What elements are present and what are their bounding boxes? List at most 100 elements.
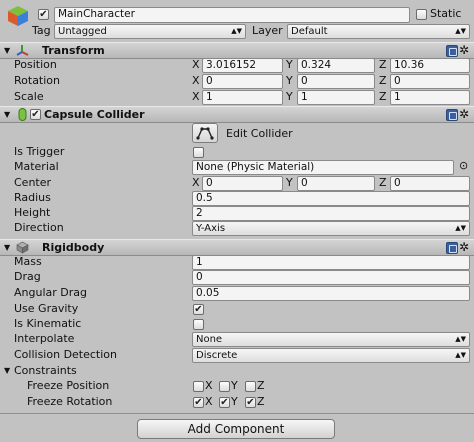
rotation-label: Rotation bbox=[14, 74, 61, 87]
help-book-icon[interactable] bbox=[446, 45, 458, 57]
direction-value: Y-Axis bbox=[196, 223, 226, 234]
scale-y-field[interactable]: 1 bbox=[297, 90, 375, 105]
transform-header[interactable]: ▼ Transform ✲ bbox=[0, 42, 474, 59]
angular-drag-field[interactable]: 0.05 bbox=[192, 286, 470, 301]
scale-z-field[interactable]: 1 bbox=[390, 90, 470, 105]
collider-enabled-check: ✔ bbox=[31, 109, 40, 120]
rotation-z-axis: Z bbox=[379, 74, 387, 87]
freeze-rotation-x-check: ✔ bbox=[194, 397, 203, 408]
is-trigger-checkbox[interactable] bbox=[193, 147, 204, 158]
radius-field[interactable]: 0.5 bbox=[192, 191, 470, 206]
layer-label: Layer bbox=[252, 24, 283, 37]
active-checkbox[interactable]: ✔ bbox=[38, 9, 49, 20]
direction-label: Direction bbox=[14, 221, 64, 234]
height-label: Height bbox=[14, 206, 51, 219]
position-y-axis: Y bbox=[286, 58, 293, 71]
drag-field[interactable]: 0 bbox=[192, 270, 470, 285]
scale-z-axis: Z bbox=[379, 90, 387, 103]
chevron-down-icon: ▲▼ bbox=[455, 27, 466, 35]
scale-x-field[interactable]: 1 bbox=[202, 90, 283, 105]
gear-icon[interactable]: ✲ bbox=[459, 108, 469, 121]
scale-x-axis: X bbox=[192, 90, 200, 103]
constraints-fold-icon[interactable]: ▼ bbox=[4, 366, 10, 375]
edit-collider-icon bbox=[196, 127, 214, 140]
help-book-icon[interactable] bbox=[446, 109, 458, 121]
rotation-z-field[interactable]: 0 bbox=[390, 74, 470, 89]
capsule-icon bbox=[18, 108, 27, 121]
collision-detection-dropdown[interactable]: Discrete ▲▼ bbox=[192, 348, 470, 363]
section-divider bbox=[0, 413, 474, 414]
layer-dropdown[interactable]: Default ▲▼ bbox=[287, 24, 470, 39]
material-label: Material bbox=[14, 160, 59, 173]
fold-triangle-icon[interactable]: ▼ bbox=[4, 110, 10, 119]
tag-value: Untagged bbox=[58, 26, 107, 37]
rigidbody-header[interactable]: ▼ Rigidbody ✲ bbox=[0, 239, 474, 256]
use-gravity-label: Use Gravity bbox=[14, 302, 79, 315]
position-z-axis: Z bbox=[379, 58, 387, 71]
freeze-position-x-label: X bbox=[205, 379, 213, 392]
radius-label: Radius bbox=[14, 191, 51, 204]
position-z-field[interactable]: 10.36 bbox=[390, 58, 470, 73]
center-z-field[interactable]: 0 bbox=[390, 176, 470, 191]
chevron-down-icon: ▲▼ bbox=[455, 335, 466, 343]
rotation-x-field[interactable]: 0 bbox=[202, 74, 283, 89]
scale-y-axis: Y bbox=[286, 90, 293, 103]
static-label: Static bbox=[430, 7, 462, 20]
position-y-field[interactable]: 0.324 bbox=[297, 58, 375, 73]
freeze-position-z-checkbox[interactable] bbox=[245, 381, 256, 392]
freeze-rotation-z-checkbox[interactable]: ✔ bbox=[245, 397, 256, 408]
interpolate-value: None bbox=[196, 334, 223, 345]
cube-icon bbox=[6, 4, 30, 28]
static-checkbox[interactable] bbox=[416, 9, 427, 20]
scale-label: Scale bbox=[14, 90, 44, 103]
freeze-rotation-y-label: Y bbox=[231, 395, 238, 408]
collider-enabled-checkbox[interactable]: ✔ bbox=[30, 109, 41, 120]
active-check: ✔ bbox=[39, 9, 48, 20]
help-book-icon[interactable] bbox=[446, 242, 458, 254]
chevron-down-icon: ▲▼ bbox=[231, 27, 242, 35]
center-x-field[interactable]: 0 bbox=[202, 176, 283, 191]
gear-icon[interactable]: ✲ bbox=[459, 44, 469, 57]
is-kinematic-checkbox[interactable] bbox=[193, 319, 204, 330]
layer-value: Default bbox=[291, 26, 328, 37]
edit-collider-button[interactable] bbox=[192, 123, 218, 143]
freeze-rotation-label: Freeze Rotation bbox=[27, 395, 113, 408]
collision-detection-label: Collision Detection bbox=[14, 348, 118, 361]
fold-triangle-icon[interactable]: ▼ bbox=[4, 46, 10, 55]
is-trigger-label: Is Trigger bbox=[14, 145, 65, 158]
chevron-down-icon: ▲▼ bbox=[455, 351, 466, 359]
direction-dropdown[interactable]: Y-Axis ▲▼ bbox=[192, 221, 470, 236]
material-field[interactable]: None (Physic Material) bbox=[192, 160, 454, 175]
object-picker-icon[interactable]: ⊙ bbox=[459, 159, 468, 172]
chevron-down-icon: ▲▼ bbox=[455, 224, 466, 232]
add-component-label: Add Component bbox=[187, 422, 285, 436]
rigidbody-icon bbox=[16, 241, 29, 254]
gear-icon[interactable]: ✲ bbox=[459, 241, 469, 254]
center-y-field[interactable]: 0 bbox=[297, 176, 375, 191]
interpolate-dropdown[interactable]: None ▲▼ bbox=[192, 332, 470, 347]
freeze-position-x-checkbox[interactable] bbox=[193, 381, 204, 392]
freeze-position-y-checkbox[interactable] bbox=[219, 381, 230, 392]
height-field[interactable]: 2 bbox=[192, 206, 470, 221]
fold-triangle-icon[interactable]: ▼ bbox=[4, 243, 10, 252]
center-label: Center bbox=[14, 176, 52, 189]
edit-collider-label: Edit Collider bbox=[226, 127, 293, 140]
tag-dropdown[interactable]: Untagged ▲▼ bbox=[54, 24, 246, 39]
transform-title: Transform bbox=[42, 44, 105, 57]
object-name-field[interactable]: MainCharacter bbox=[54, 7, 410, 23]
mass-field[interactable]: 1 bbox=[192, 255, 470, 270]
capsule-collider-header[interactable]: ▼ ✔ Capsule Collider ✲ bbox=[0, 106, 474, 123]
rotation-y-axis: Y bbox=[286, 74, 293, 87]
constraints-label[interactable]: Constraints bbox=[14, 364, 77, 378]
is-kinematic-label: Is Kinematic bbox=[14, 317, 82, 330]
rotation-y-field[interactable]: 0 bbox=[297, 74, 375, 89]
add-component-button[interactable]: Add Component bbox=[137, 419, 335, 439]
freeze-rotation-x-checkbox[interactable]: ✔ bbox=[193, 397, 204, 408]
freeze-rotation-y-check: ✔ bbox=[220, 397, 229, 408]
interpolate-label: Interpolate bbox=[14, 332, 75, 345]
freeze-rotation-z-label: Z bbox=[257, 395, 265, 408]
position-x-field[interactable]: 3.016152 bbox=[202, 58, 283, 73]
freeze-rotation-y-checkbox[interactable]: ✔ bbox=[219, 397, 230, 408]
use-gravity-checkbox[interactable]: ✔ bbox=[193, 304, 204, 315]
rotation-x-axis: X bbox=[192, 74, 200, 87]
